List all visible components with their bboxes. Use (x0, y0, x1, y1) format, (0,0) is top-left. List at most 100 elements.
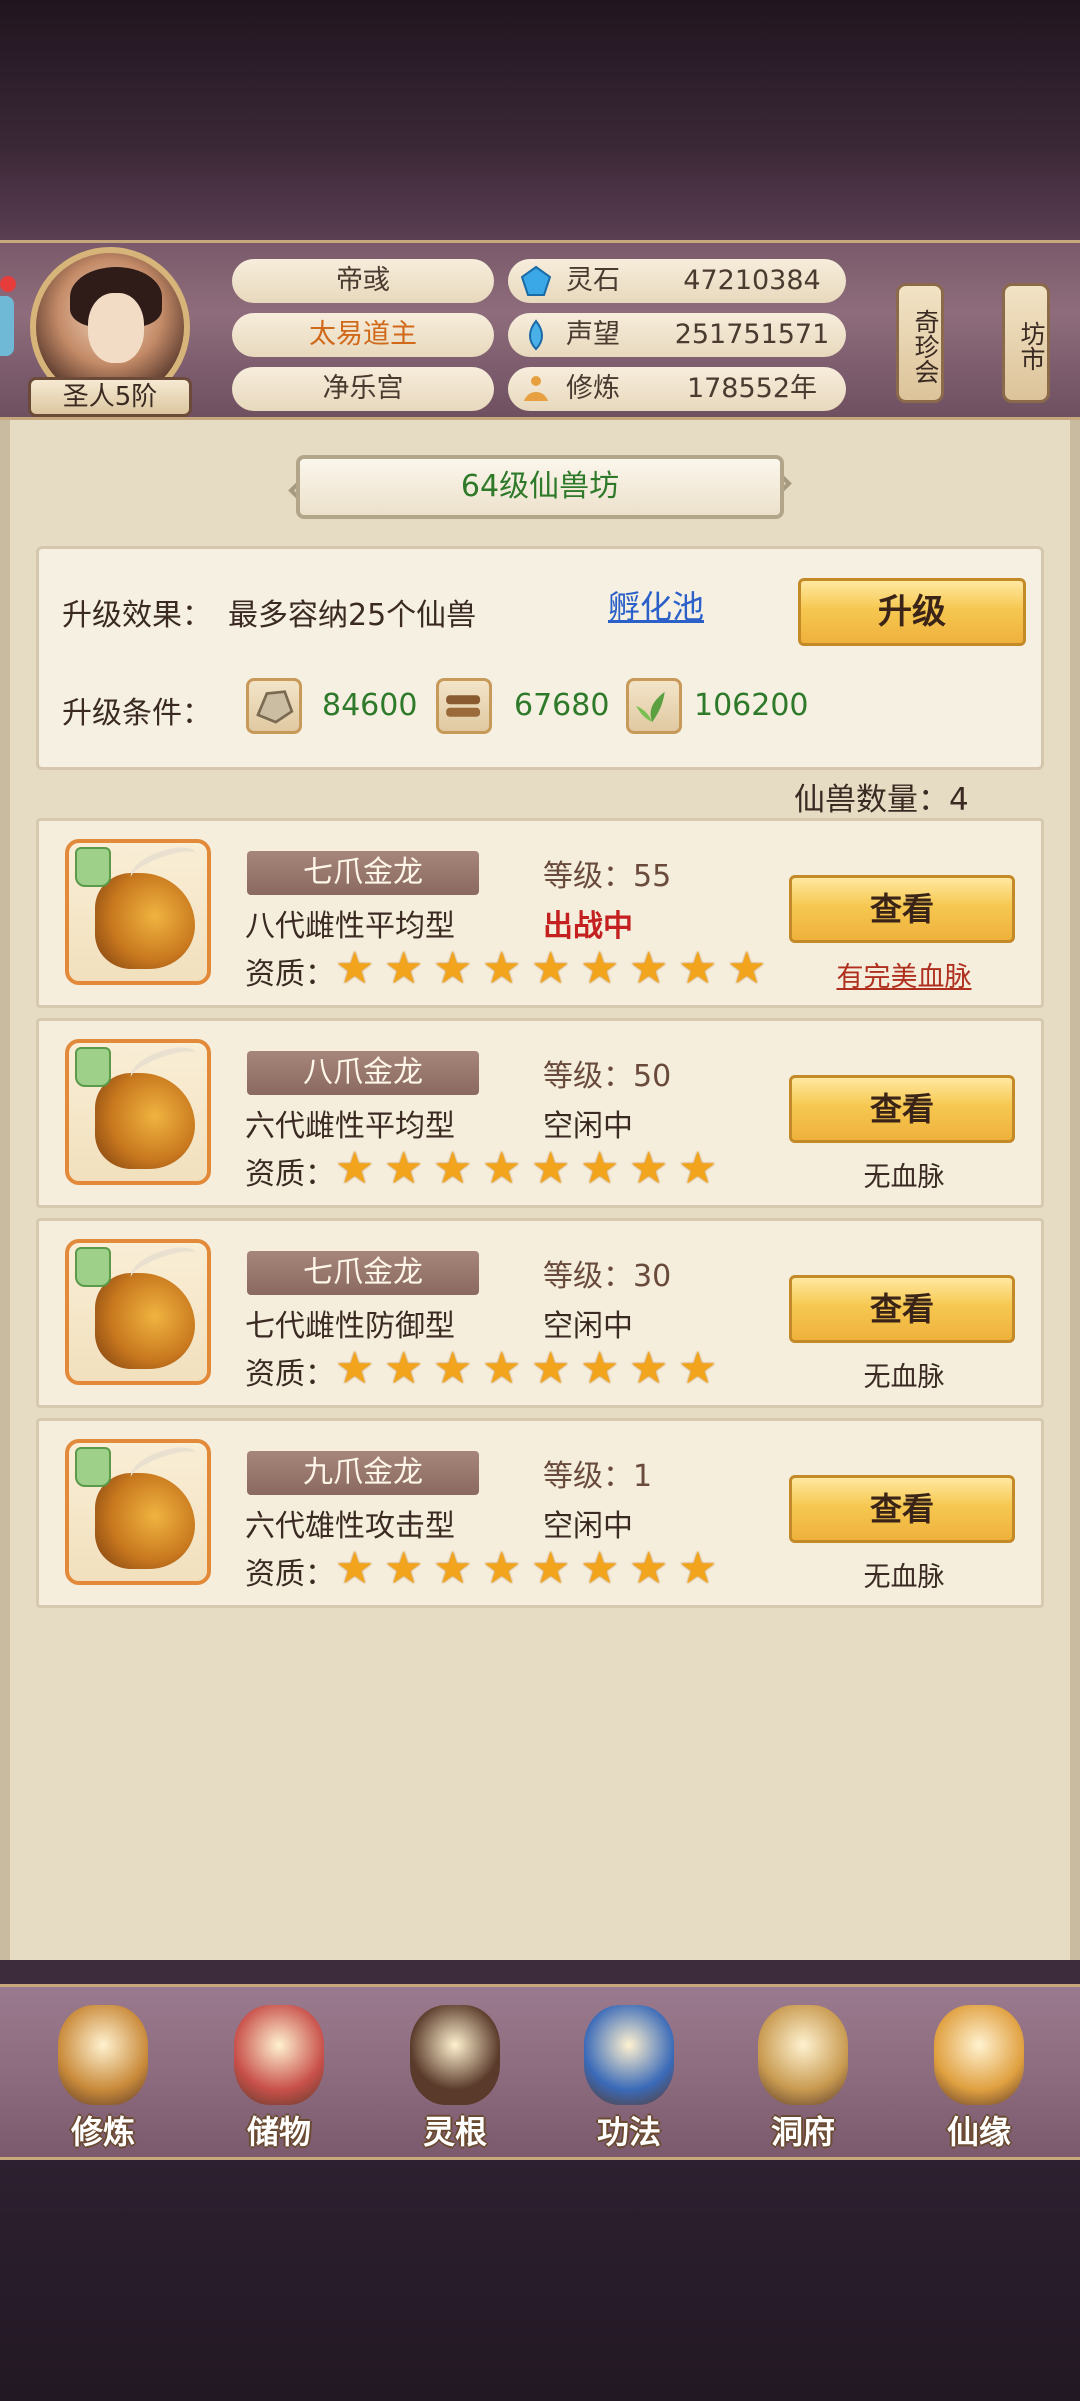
player-name: 帝彧 (232, 259, 494, 303)
gourd-icon (934, 2005, 1024, 2105)
nav-spirit-root[interactable]: 灵根 (380, 1995, 530, 2155)
star-icon: ★ (629, 1143, 669, 1194)
pet-card: 七爪金龙 等级：30 七代雌性防御型 空闲中 资质： ★ ★ ★ ★ ★ ★ ★ ★ 查看 无血脉 (36, 1218, 1044, 1408)
dragon-icon (95, 1273, 195, 1369)
ore-icon (246, 678, 302, 734)
pet-name: 七爪金龙 (247, 851, 479, 895)
pet-type: 八代雌性平均型 (245, 909, 455, 944)
resource-label: 声望 (566, 319, 620, 350)
resource-reputation: 声望 251751571 (508, 313, 846, 357)
pet-portrait[interactable] (65, 839, 211, 985)
bottom-navigation: 修炼 储物 灵根 功法 洞府 仙缘 (0, 1984, 1080, 2160)
star-icon: ★ (678, 1143, 718, 1194)
side-drawer-handle[interactable] (0, 296, 14, 356)
pet-bloodline[interactable]: 有完美血脉 (799, 955, 1009, 994)
star-icon: ★ (580, 1343, 620, 1394)
pet-type: 六代雌性平均型 (245, 1109, 455, 1144)
dragon-icon (95, 873, 195, 969)
player-title: 太易道主 (232, 313, 494, 357)
pet-quality-label: 资质： (245, 957, 335, 992)
nav-cave-mansion[interactable]: 洞府 (728, 1995, 878, 2155)
monk-icon (58, 2005, 148, 2105)
pet-bloodline: 无血脉 (863, 1162, 945, 1193)
star-icon: ★ (482, 943, 522, 994)
pet-count: 仙兽数量：4 (794, 782, 969, 818)
star-icon: ★ (629, 1343, 669, 1394)
star-icon: ★ (678, 1343, 718, 1394)
star-icon: ★ (433, 1543, 473, 1594)
pet-quality-stars: ★ ★ ★ ★ ★ ★ ★ ★ (335, 1547, 727, 1591)
resource-value: 47210384 (683, 265, 821, 296)
nav-fate[interactable]: 仙缘 (904, 1995, 1054, 2155)
nav-label: 洞府 (770, 2113, 835, 2151)
pet-card: 七爪金龙 等级：55 八代雌性平均型 出战中 资质： ★ ★ ★ ★ ★ ★ ★ ★ ★ 查看 有完美血脉 (36, 818, 1044, 1008)
lock-icon (75, 847, 111, 887)
pet-type: 六代雄性攻击型 (245, 1509, 455, 1544)
workshop-title: 64级仙兽坊 (296, 455, 784, 519)
resource-value: 251751571 (674, 319, 830, 350)
pet-portrait[interactable] (65, 1439, 211, 1585)
material-value: 106200 (694, 688, 809, 723)
lock-icon (75, 1447, 111, 1487)
dragon-icon (95, 1073, 195, 1169)
view-pet-button[interactable]: 查看 (789, 1475, 1015, 1543)
pet-quality-stars: ★ ★ ★ ★ ★ ★ ★ ★ (335, 1347, 727, 1391)
nav-storage[interactable]: 储物 (204, 1995, 354, 2155)
pet-quality-label: 资质： (245, 1157, 335, 1192)
pet-portrait[interactable] (65, 1039, 211, 1185)
star-icon: ★ (629, 1543, 669, 1594)
view-pet-button[interactable]: 查看 (789, 875, 1015, 943)
pet-status: 出战中 (543, 909, 633, 944)
treasure-auction-button[interactable]: 奇珍会 (896, 283, 944, 403)
star-icon: ★ (335, 943, 375, 994)
pet-status: 空闲中 (543, 1109, 633, 1144)
pet-status: 空闲中 (543, 1509, 633, 1544)
pet-name: 七爪金龙 (247, 1251, 479, 1295)
bag-icon (234, 2005, 324, 2105)
view-pet-button[interactable]: 查看 (789, 1275, 1015, 1343)
nav-label: 储物 (246, 2113, 311, 2151)
market-button[interactable]: 坊市 (1002, 283, 1050, 403)
notification-dot (0, 276, 16, 292)
hatch-pool-link[interactable]: 孵化池 (608, 582, 704, 628)
pet-status: 空闲中 (543, 1309, 633, 1344)
view-pet-button[interactable]: 查看 (789, 1075, 1015, 1143)
pet-quality-label: 资质： (245, 1557, 335, 1592)
book-icon (584, 2005, 674, 2105)
spirit-stone-icon (520, 265, 552, 296)
pet-level: 等级：30 (543, 1259, 672, 1294)
pet-type: 七代雌性防御型 (245, 1309, 455, 1344)
effect-text: 最多容纳25个仙兽 (228, 598, 477, 633)
player-rank: 圣人5阶 (28, 377, 192, 417)
nav-cultivate[interactable]: 修炼 (28, 1995, 178, 2155)
player-header: 圣人5阶 帝彧 太易道主 净乐宫 灵石 47210384 声望 25175157… (0, 240, 1080, 420)
upgrade-button[interactable]: 升级 (798, 578, 1026, 646)
condition-label: 升级条件： (62, 696, 212, 731)
pet-card: 九爪金龙 等级：1 六代雄性攻击型 空闲中 资质： ★ ★ ★ ★ ★ ★ ★ ★ 查看 无血脉 (36, 1418, 1044, 1608)
star-icon: ★ (482, 1143, 522, 1194)
pet-level: 等级：1 (543, 1459, 653, 1494)
pet-quality-stars: ★ ★ ★ ★ ★ ★ ★ ★ (335, 1147, 727, 1191)
pet-bloodline: 无血脉 (863, 1562, 945, 1593)
star-icon: ★ (433, 943, 473, 994)
star-icon: ★ (580, 1543, 620, 1594)
lock-icon (75, 1247, 111, 1287)
star-icon: ★ (629, 943, 669, 994)
star-icon: ★ (384, 1343, 424, 1394)
star-icon: ★ (580, 943, 620, 994)
nav-techniques[interactable]: 功法 (554, 1995, 704, 2155)
herb-icon (626, 678, 682, 734)
material-value: 67680 (514, 688, 610, 723)
star-icon: ★ (678, 1543, 718, 1594)
pet-quality-stars: ★ ★ ★ ★ ★ ★ ★ ★ ★ (335, 947, 776, 991)
spirit-root-icon (410, 2005, 500, 2105)
nav-label: 仙缘 (946, 2113, 1011, 2151)
resource-spirit-stone: 灵石 47210384 (508, 259, 846, 303)
star-icon: ★ (678, 943, 718, 994)
pet-portrait[interactable] (65, 1239, 211, 1385)
star-icon: ★ (384, 943, 424, 994)
pet-bloodline: 无血脉 (863, 1362, 945, 1393)
nav-label: 修炼 (70, 2113, 135, 2151)
player-sect: 净乐宫 (232, 367, 494, 411)
pet-name: 八爪金龙 (247, 1051, 479, 1095)
